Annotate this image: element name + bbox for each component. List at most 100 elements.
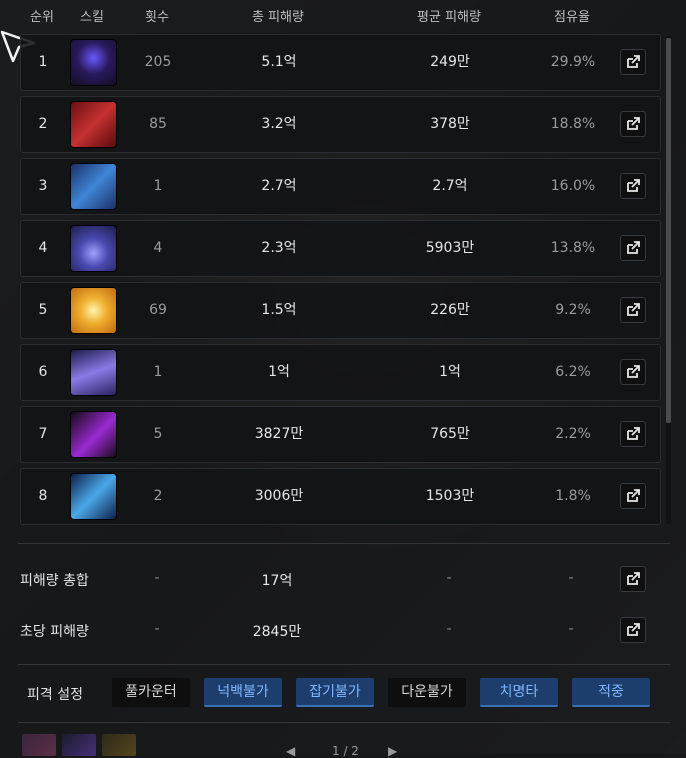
summary-row: 초당 피해량 - 2845만 - - xyxy=(0,616,686,646)
hit-setting-toggle[interactable]: 적중 xyxy=(572,678,650,707)
table-header: 순위 스킬 횟수 총 피해량 평균 피해량 점유율 xyxy=(0,0,686,28)
avg-damage-cell: 249만 xyxy=(430,54,470,70)
total-damage-cell: 3.2억 xyxy=(261,116,297,132)
header-rank: 순위 xyxy=(30,10,54,25)
summary-total: 17억 xyxy=(261,573,293,589)
ice-dash-skill-icon[interactable] xyxy=(71,474,116,519)
header-total-damage: 총 피해량 xyxy=(252,10,304,25)
skill-row[interactable]: 6 1 1억 1억 6.2% xyxy=(20,344,661,401)
share-cell: 29.9% xyxy=(550,54,596,70)
avg-damage-cell: 1억 xyxy=(439,364,461,380)
hit-setting-toggle[interactable]: 치명타 xyxy=(480,678,558,707)
header-avg-damage: 평균 피해량 xyxy=(417,10,481,25)
external-share-icon xyxy=(627,489,640,502)
skill-row[interactable]: 7 5 3827만 765만 2.2% xyxy=(20,406,661,463)
share-button[interactable] xyxy=(620,566,646,592)
rank-cell: 5 xyxy=(38,302,48,318)
buff-icon[interactable] xyxy=(22,734,56,756)
violet-swirl-skill-icon[interactable] xyxy=(71,350,116,395)
skill-row[interactable]: 4 4 2.3억 5903만 13.8% xyxy=(20,220,661,277)
skill-row[interactable]: 8 2 3006만 1503만 1.8% xyxy=(20,468,661,525)
crossed-blades-skill-icon[interactable] xyxy=(71,102,116,147)
divider xyxy=(18,543,670,544)
dark-figure-skill-icon[interactable] xyxy=(71,40,116,85)
skill-row[interactable]: 3 1 2.7억 2.7억 16.0% xyxy=(20,158,661,215)
share-button[interactable] xyxy=(620,483,646,509)
hits-cell: 5 xyxy=(153,426,163,442)
skill-row[interactable]: 5 69 1.5억 226만 9.2% xyxy=(20,282,661,339)
rank-cell: 8 xyxy=(38,488,48,504)
share-cell: 2.2% xyxy=(555,426,591,442)
external-share-icon xyxy=(627,303,640,316)
next-page-button[interactable]: ▶ xyxy=(388,744,397,758)
damage-stats-panel: 순위 스킬 횟수 총 피해량 평균 피해량 점유율 1 205 5.1억 249만 29… xyxy=(0,0,686,758)
hits-cell: 2 xyxy=(153,488,163,504)
share-button[interactable] xyxy=(620,297,646,323)
divider xyxy=(18,664,670,665)
external-share-icon xyxy=(627,427,640,440)
buff-icon[interactable] xyxy=(62,734,96,756)
share-button[interactable] xyxy=(620,617,646,643)
external-share-icon xyxy=(627,241,640,254)
total-damage-cell: 2.3억 xyxy=(261,240,297,256)
total-damage-cell: 1.5억 xyxy=(261,302,297,318)
share-cell: 13.8% xyxy=(550,240,596,256)
hit-settings-label: 피격 설정 xyxy=(27,687,83,703)
hit-setting-toggle[interactable]: 다운불가 xyxy=(388,678,466,707)
avg-damage-cell: 378만 xyxy=(430,116,470,132)
hits-cell: 85 xyxy=(149,116,167,132)
external-share-icon xyxy=(627,365,640,378)
summary-share: - xyxy=(568,621,574,637)
share-button[interactable] xyxy=(620,49,646,75)
share-button[interactable] xyxy=(620,359,646,385)
external-share-icon xyxy=(627,55,640,68)
summary-label: 피해량 총합 xyxy=(20,573,89,589)
summary-avg: - xyxy=(446,621,452,637)
summary-avg: - xyxy=(446,570,452,586)
share-cell: 18.8% xyxy=(550,116,596,132)
hits-cell: 1 xyxy=(153,178,163,194)
total-damage-cell: 5.1억 xyxy=(261,54,297,70)
rank-cell: 4 xyxy=(38,240,48,256)
prev-page-button[interactable]: ◀ xyxy=(286,744,295,758)
share-cell: 9.2% xyxy=(555,302,591,318)
header-hits: 횟수 xyxy=(145,10,169,25)
summary-total: 2845만 xyxy=(252,624,302,640)
share-cell: 6.2% xyxy=(555,364,591,380)
hit-setting-toggle[interactable]: 풀카운터 xyxy=(112,678,190,707)
rank-cell: 6 xyxy=(38,364,48,380)
divider xyxy=(18,722,670,723)
share-cell: 1.8% xyxy=(555,488,591,504)
hits-cell: 4 xyxy=(153,240,163,256)
rank-cell: 7 xyxy=(38,426,48,442)
hit-setting-toggle[interactable]: 잡기불가 xyxy=(296,678,374,707)
pink-strike-skill-icon[interactable] xyxy=(71,412,116,457)
hit-settings: 피격 설정 풀카운터 넉백불가 잡기불가 다운불가 치명타 적중 xyxy=(0,676,686,712)
summary-row: 피해량 총합 - 17억 - - xyxy=(0,565,686,595)
buff-icon[interactable] xyxy=(102,734,136,756)
blue-slash-skill-icon[interactable] xyxy=(71,164,116,209)
scrollbar-thumb[interactable] xyxy=(666,38,671,423)
share-button[interactable] xyxy=(620,111,646,137)
share-button[interactable] xyxy=(620,235,646,261)
hits-cell: 205 xyxy=(144,54,172,70)
summary-hits: - xyxy=(154,570,160,586)
summoner-skill-icon[interactable] xyxy=(71,226,116,271)
header-skill: 스킬 xyxy=(80,10,104,25)
share-button[interactable] xyxy=(620,173,646,199)
skill-row[interactable]: 2 85 3.2억 378만 18.8% xyxy=(20,96,661,153)
share-button[interactable] xyxy=(620,421,646,447)
rank-cell: 2 xyxy=(38,116,48,132)
share-cell: 16.0% xyxy=(550,178,596,194)
skill-row[interactable]: 1 205 5.1억 249만 29.9% xyxy=(20,34,661,91)
golden-burst-skill-icon[interactable] xyxy=(71,288,116,333)
total-damage-cell: 1억 xyxy=(268,364,290,380)
avg-damage-cell: 226만 xyxy=(430,302,470,318)
hits-cell: 1 xyxy=(153,364,163,380)
summary-share: - xyxy=(568,570,574,586)
external-share-icon xyxy=(627,117,640,130)
external-share-icon xyxy=(627,179,640,192)
hits-cell: 69 xyxy=(149,302,167,318)
summary-label: 초당 피해량 xyxy=(20,624,89,640)
hit-setting-toggle[interactable]: 넉백불가 xyxy=(204,678,282,707)
